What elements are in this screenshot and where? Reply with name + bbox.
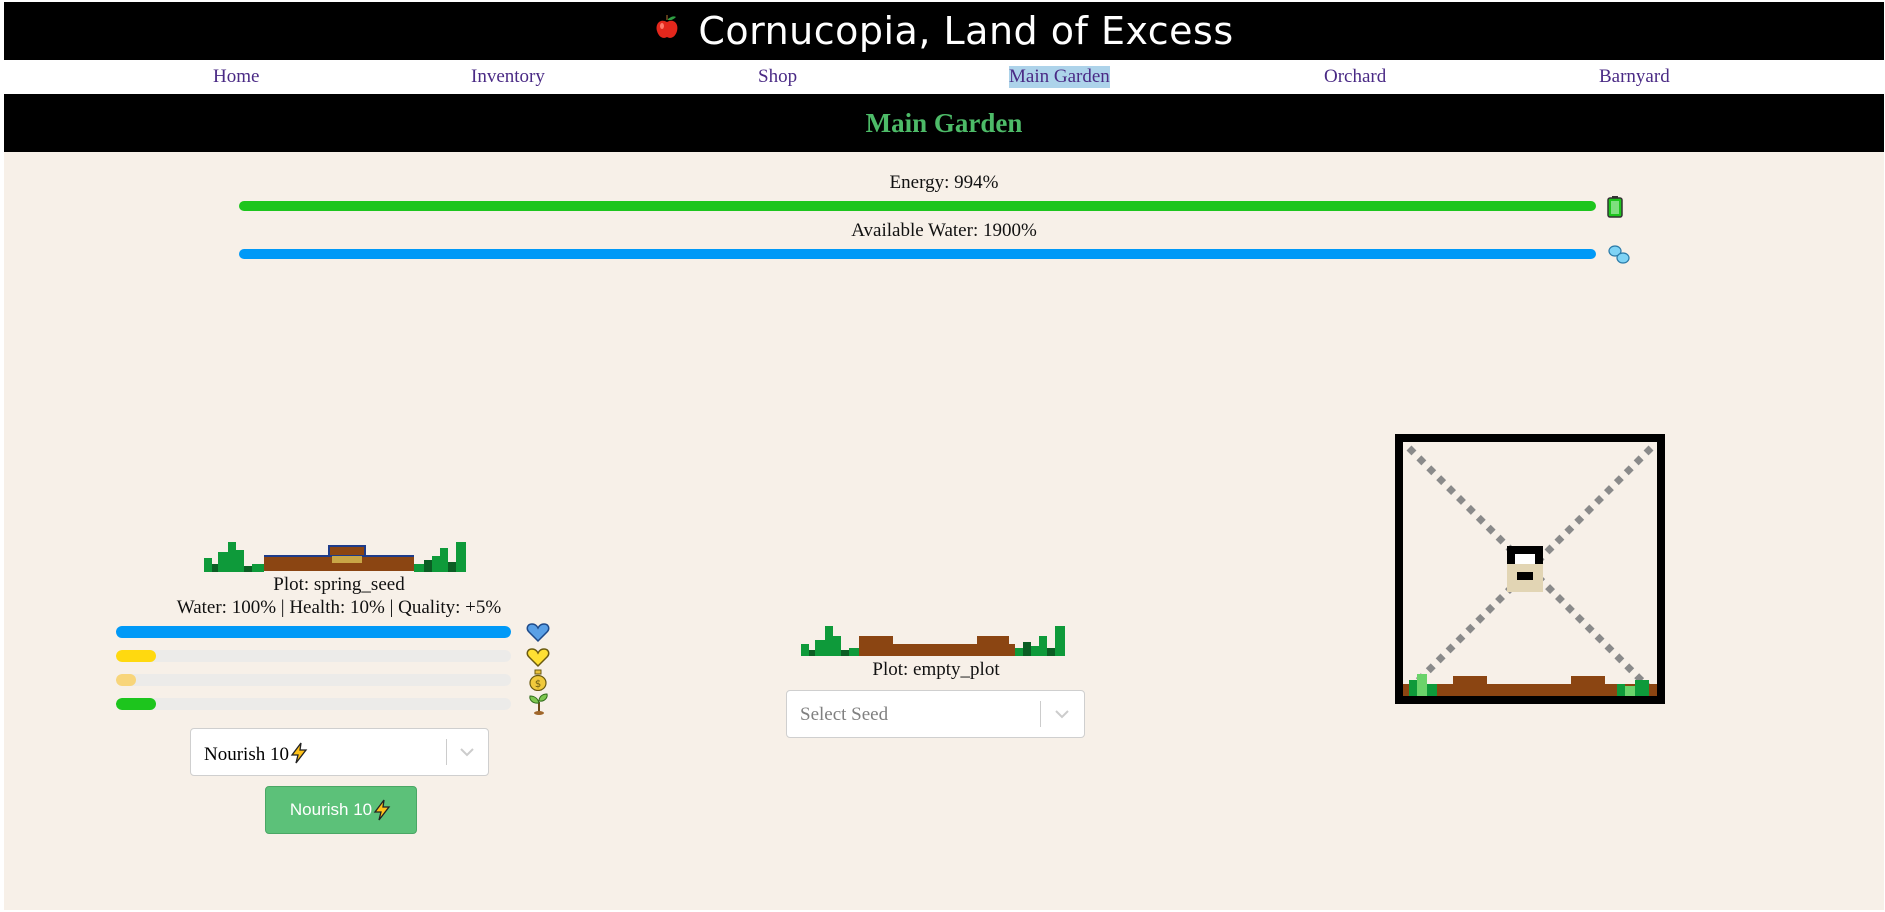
page-heading: Main Garden: [865, 107, 1023, 138]
plot-2-name: Plot: empty_plot: [872, 659, 1000, 680]
plot-1-image: [204, 542, 474, 572]
nav-link-home[interactable]: Home: [213, 66, 259, 88]
water-drops-icon: [1608, 245, 1630, 264]
energy-label: Energy: 994%: [889, 172, 999, 193]
chevron-down-icon[interactable]: [1053, 708, 1071, 720]
plot-2-image: [801, 626, 1065, 656]
page-frame: Cornucopia, Land of Excess Home Inventor…: [4, 2, 1884, 910]
nav-link-orchard[interactable]: Orchard: [1324, 66, 1386, 88]
nav-link-inventory[interactable]: Inventory: [471, 66, 545, 88]
nav-bar: Home Inventory Shop Main Garden Orchard …: [4, 60, 1884, 94]
nav-link-main-garden[interactable]: Main Garden: [1009, 66, 1110, 88]
title-bar: Cornucopia, Land of Excess: [4, 2, 1884, 60]
action-select-value: Nourish 10: [204, 742, 309, 766]
heart-yellow-icon: [526, 648, 550, 668]
nourish-button[interactable]: Nourish 10: [265, 786, 417, 834]
lightning-icon: [290, 742, 308, 764]
plot-1-name: Plot: spring_seed: [273, 574, 405, 595]
money-bag-icon: $: [529, 669, 547, 691]
water-label: Available Water: 1900%: [851, 220, 1037, 241]
seed-select-placeholder: Select Seed: [800, 704, 889, 725]
section-header: Main Garden: [4, 94, 1884, 152]
energy-bar: [239, 201, 1596, 211]
nav-link-barnyard[interactable]: Barnyard: [1599, 66, 1670, 88]
chevron-down-icon[interactable]: [458, 746, 476, 758]
seed-select[interactable]: Select Seed: [786, 690, 1085, 738]
lightning-icon: [373, 799, 391, 821]
apple-icon: [656, 15, 678, 38]
plot-1-quality-meter: [116, 674, 511, 686]
battery-icon: [1607, 196, 1623, 218]
plot-1-growth-meter: [116, 698, 511, 710]
sprout-icon: [529, 693, 548, 715]
plot-1-action-select[interactable]: Nourish 10: [190, 728, 489, 776]
nav-link-shop[interactable]: Shop: [758, 66, 797, 88]
empty-plot-placeholder: [1395, 434, 1665, 704]
svg-text:$: $: [535, 679, 541, 690]
app-title: Cornucopia, Land of Excess: [698, 9, 1234, 53]
heart-blue-icon: [526, 623, 550, 643]
plot-1-health-meter: [116, 650, 511, 662]
plot-1-water-meter: [116, 626, 511, 638]
water-bar: [239, 249, 1596, 259]
plot-1-details: Water: 100% | Health: 10% | Quality: +5%: [176, 597, 502, 618]
